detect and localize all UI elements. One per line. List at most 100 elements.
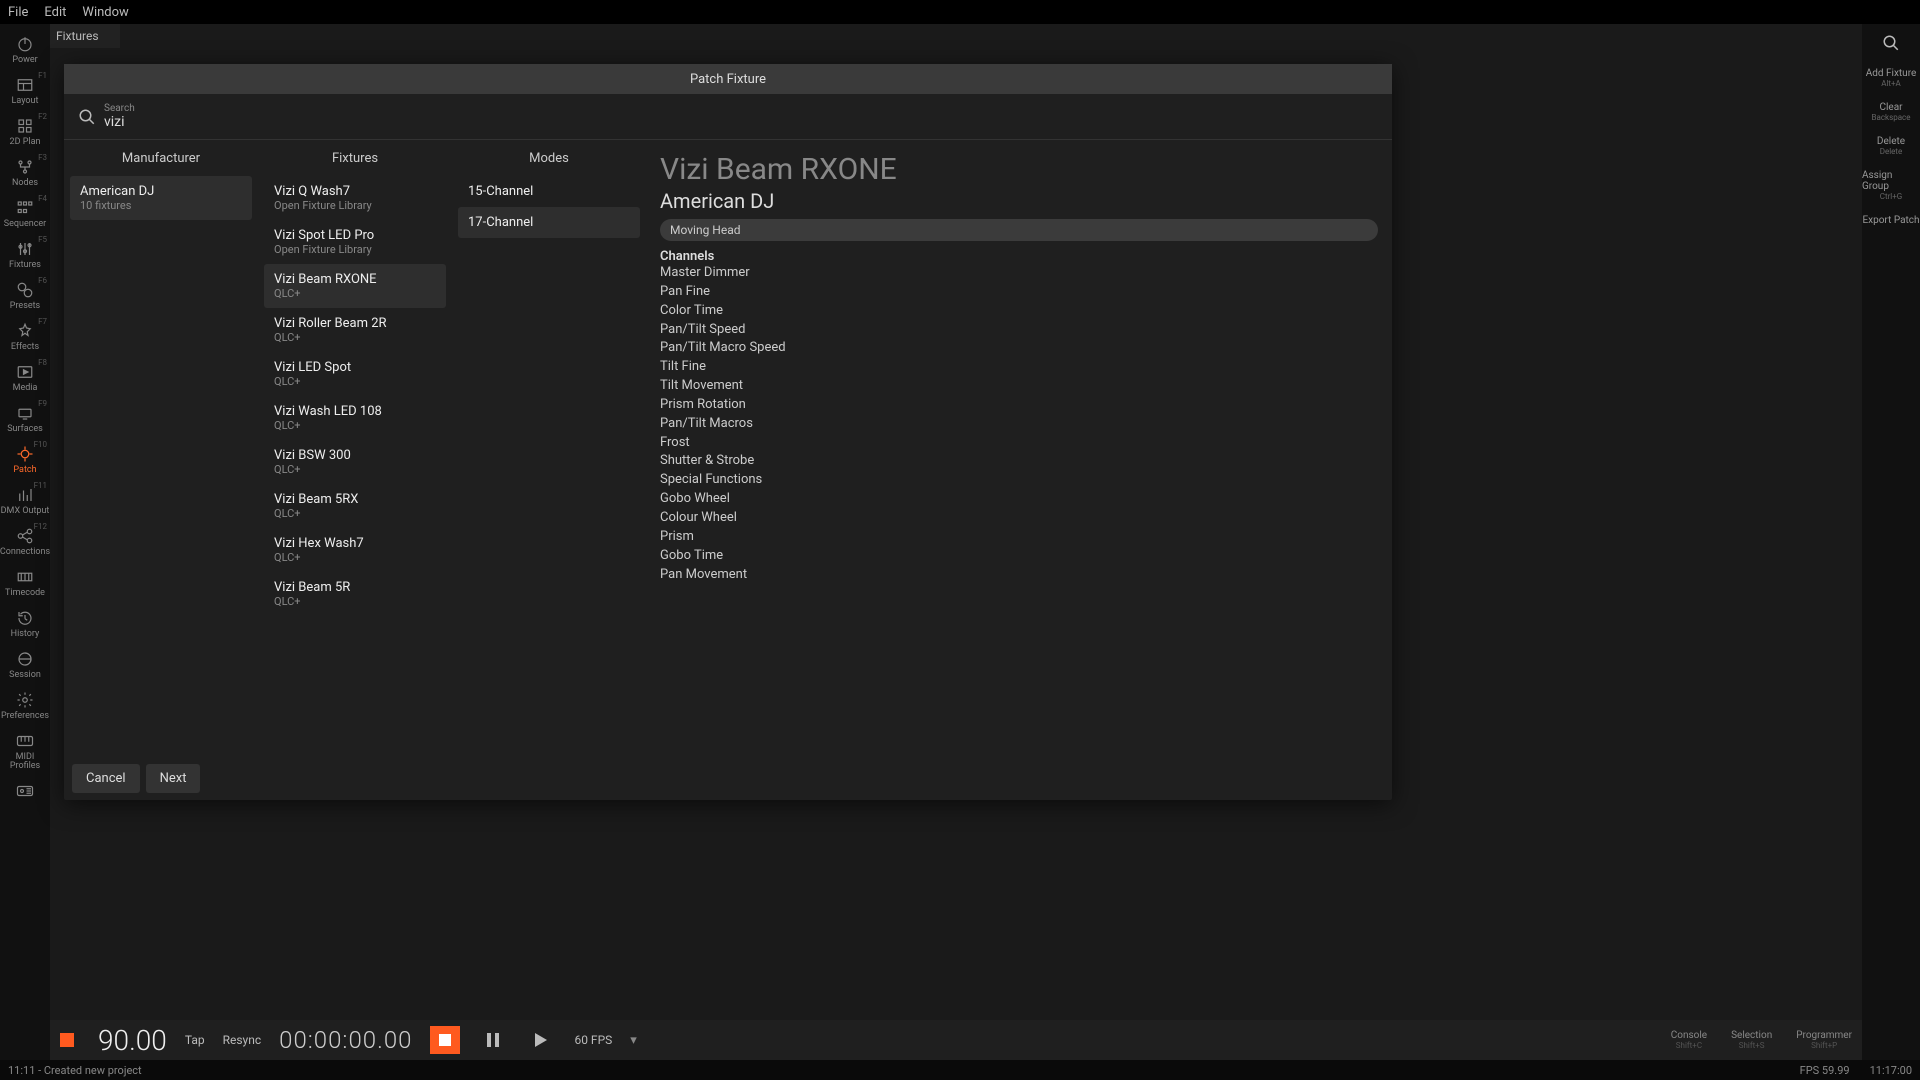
bpm-display[interactable]: 90.00	[98, 1024, 167, 1057]
menu-file[interactable]: File	[8, 5, 28, 20]
record-indicator-icon[interactable]	[60, 1033, 74, 1047]
transport-panel-selection[interactable]: SelectionShift+S	[1731, 1030, 1772, 1050]
list-item-primary: Vizi Beam 5RX	[274, 492, 436, 507]
sidebar-item-fixtures[interactable]: F5Fixtures	[0, 233, 50, 274]
sidebar-item-power[interactable]: Power	[0, 28, 50, 69]
fkey-label: F10	[34, 440, 47, 449]
rsidebar-item-delete[interactable]: DeleteDelete	[1862, 136, 1920, 156]
list-item-secondary: Open Fixture Library	[274, 243, 436, 256]
fixture-item[interactable]: Vizi Q Wash7Open Fixture Library	[264, 176, 446, 220]
fps-readout: FPS 59.99	[1800, 1064, 1850, 1077]
sequencer-icon	[15, 198, 35, 218]
sidebar-item-session[interactable]: Session	[0, 643, 50, 684]
fkey-label: F4	[38, 194, 47, 203]
fkey-label: F8	[38, 358, 47, 367]
manufacturer-item[interactable]: American DJ10 fixtures	[70, 176, 252, 220]
rsidebar-item-add-fixture[interactable]: Add FixtureAlt+A	[1862, 68, 1920, 88]
list-item-primary: Vizi BSW 300	[274, 448, 436, 463]
channel-line: Color Time	[660, 302, 1378, 321]
sidebar-item-media[interactable]: F8Media	[0, 356, 50, 397]
list-item-secondary: QLC+	[274, 507, 436, 520]
stop-button[interactable]	[430, 1026, 460, 1054]
sidebar-item-label: Connections	[0, 548, 50, 557]
fixture-detail: Vizi Beam RXONE American DJ Moving Head …	[646, 140, 1392, 756]
sidebar-item-nodes[interactable]: F3Nodes	[0, 151, 50, 192]
fps-selector[interactable]: 60 FPS	[574, 1033, 612, 1047]
fixture-item[interactable]: Vizi BSW 300QLC+	[264, 440, 446, 484]
menu-window[interactable]: Window	[82, 5, 128, 20]
sidebar-item-label: Patch	[13, 466, 36, 475]
sidebar-item-label: Surfaces	[7, 425, 43, 434]
list-item-primary: American DJ	[80, 184, 242, 199]
patch-icon	[15, 444, 35, 464]
sidebar-item-timecode[interactable]: Timecode	[0, 561, 50, 602]
column-header-modes: Modes	[458, 140, 640, 176]
search-icon	[76, 108, 98, 126]
rsidebar-item-clear[interactable]: ClearBackspace	[1862, 102, 1920, 122]
sidebar-item-effects[interactable]: F7Effects	[0, 315, 50, 356]
list-item-primary: Vizi LED Spot	[274, 360, 436, 375]
rsidebar-item-shortcut: Ctrl+G	[1880, 192, 1902, 201]
transport-panel-programmer[interactable]: ProgrammerShift+P	[1796, 1030, 1852, 1050]
sidebar-item-presets[interactable]: F6Presets	[0, 274, 50, 315]
sidebar-item-sequencer[interactable]: F4 Sequencer	[0, 192, 50, 233]
search-icon[interactable]	[1880, 32, 1902, 54]
sidebar-item-preferences[interactable]: Preferences	[0, 684, 50, 725]
sidebar-item-layout[interactable]: F1Layout	[0, 69, 50, 110]
sidebar-item-midi-profiles[interactable]: MIDI Profiles	[0, 725, 50, 775]
menu-edit[interactable]: Edit	[44, 5, 66, 20]
rsidebar-item-label: Delete	[1877, 136, 1905, 147]
sidebar-item-connections[interactable]: F12Connections	[0, 520, 50, 561]
rsidebar-item-label: Assign Group	[1862, 170, 1920, 192]
fixture-item[interactable]: Vizi Beam RXONEQLC+	[264, 264, 446, 308]
chevron-down-icon[interactable]: ▾	[630, 1033, 637, 1048]
search-input[interactable]	[104, 114, 504, 130]
left-sidebar: PowerF1LayoutF22D PlanF3Nodes F4 Sequencer…	[0, 24, 50, 1080]
list-item-secondary: QLC+	[274, 375, 436, 388]
right-sidebar: Add FixtureAlt+A ClearBackspace DeleteDele…	[1862, 24, 1920, 1080]
pause-button[interactable]	[478, 1026, 508, 1054]
transport-panel-console[interactable]: ConsoleShift+C	[1671, 1030, 1707, 1050]
channel-line: Gobo Time	[660, 547, 1378, 566]
sidebar-item-surfaces[interactable]: F9Surfaces	[0, 397, 50, 438]
list-item-primary: Vizi Hex Wash7	[274, 536, 436, 551]
sidebar-item-label: Sequencer	[4, 220, 46, 229]
midi-icon	[15, 731, 35, 751]
grid-icon	[15, 116, 35, 136]
power-icon	[15, 34, 35, 54]
gear-icon	[15, 690, 35, 710]
rsidebar-item-export-patch[interactable]: Export Patch	[1862, 215, 1920, 226]
mode-item[interactable]: 15-Channel	[458, 176, 640, 207]
list-item-secondary: QLC+	[274, 419, 436, 432]
sidebar-item-patch[interactable]: F10 Patch	[0, 438, 50, 479]
fixture-item[interactable]: Vizi Beam 5RQLC+	[264, 572, 446, 616]
sidebar-item-item[interactable]	[0, 775, 50, 805]
rsidebar-item-label: Add Fixture	[1866, 68, 1917, 79]
column-header-fixtures: Fixtures	[264, 140, 446, 176]
play-button[interactable]	[526, 1026, 556, 1054]
rsidebar-item-assign-group[interactable]: Assign GroupCtrl+G	[1862, 170, 1920, 201]
sidebar-item-label: Effects	[11, 343, 39, 352]
fixture-item[interactable]: Vizi Hex Wash7QLC+	[264, 528, 446, 572]
fixture-item[interactable]: Vizi Spot LED ProOpen Fixture Library	[264, 220, 446, 264]
mode-item[interactable]: 17-Channel	[458, 207, 640, 238]
next-button[interactable]: Next	[146, 764, 201, 793]
tap-button[interactable]: Tap	[185, 1033, 205, 1047]
cancel-button[interactable]: Cancel	[72, 764, 140, 793]
transport-panel-shortcut: Shift+C	[1676, 1041, 1702, 1050]
fixture-item[interactable]: Vizi Wash LED 108QLC+	[264, 396, 446, 440]
fixture-item[interactable]: Vizi LED SpotQLC+	[264, 352, 446, 396]
transport-panel-label: Console	[1671, 1030, 1707, 1041]
tab-fixtures[interactable]: Fixtures	[50, 24, 120, 48]
list-item-secondary: QLC+	[274, 551, 436, 564]
dialog-title: Patch Fixture	[64, 64, 1392, 94]
sidebar-item-dmx-output[interactable]: F11DMX Output	[0, 479, 50, 520]
layout-icon	[15, 75, 35, 95]
sidebar-item-history[interactable]: History	[0, 602, 50, 643]
sidebar-item-2d-plan[interactable]: F22D Plan	[0, 110, 50, 151]
fixture-item[interactable]: Vizi Beam 5RXQLC+	[264, 484, 446, 528]
fixture-item[interactable]: Vizi Roller Beam 2RQLC+	[264, 308, 446, 352]
connections-icon	[15, 526, 35, 546]
list-item-secondary: QLC+	[274, 595, 436, 608]
resync-button[interactable]: Resync	[223, 1033, 262, 1047]
